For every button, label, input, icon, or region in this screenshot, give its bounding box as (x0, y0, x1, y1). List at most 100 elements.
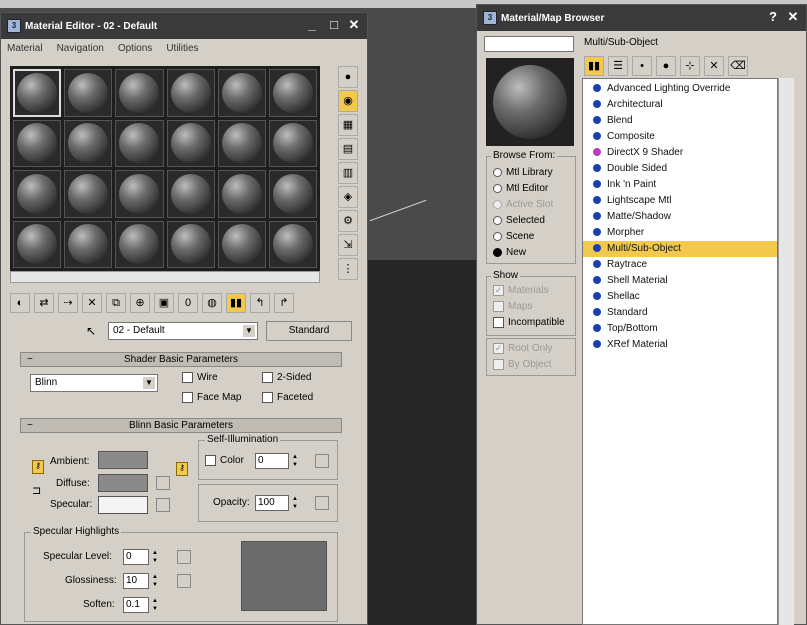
go-forward-to-sibling-icon[interactable]: ↱ (274, 293, 294, 313)
shader-rollout-header[interactable]: − Shader Basic Parameters (20, 352, 342, 367)
sample-slot[interactable] (13, 220, 62, 268)
list-item[interactable]: Composite (583, 129, 777, 145)
list-item[interactable]: Top/Bottom (583, 321, 777, 337)
spinner-arrows-icon[interactable]: ▲ ▼ (291, 495, 299, 511)
close-icon[interactable]: ✕ (784, 9, 802, 25)
sample-slot[interactable] (268, 170, 317, 218)
sample-slot[interactable] (217, 170, 266, 218)
sample-slot[interactable] (166, 220, 215, 268)
face-map-checkbox-box[interactable] (182, 392, 193, 403)
view-small-icons-icon[interactable]: • (632, 56, 652, 76)
opacity-map-button[interactable] (315, 496, 329, 510)
list-item[interactable]: Standard (583, 305, 777, 321)
pick-material-icon[interactable]: ↖ (86, 324, 96, 338)
material-list-scrollbar[interactable] (778, 78, 794, 625)
material-editor-titlebar[interactable]: 3 Material Editor - 02 - Default _ □ ✕ (1, 13, 367, 39)
sample-slot[interactable] (217, 69, 266, 117)
faceted-checkbox[interactable]: Faceted (262, 392, 313, 403)
menu-material[interactable]: Material (7, 43, 43, 54)
show-incompatible-checkbox[interactable]: Incompatible (493, 317, 565, 328)
list-item[interactable]: Architectural (583, 97, 777, 113)
wire-checkbox-box[interactable] (182, 372, 193, 383)
browser-search-input[interactable] (484, 36, 574, 52)
menu-navigation[interactable]: Navigation (57, 43, 104, 54)
radio-button[interactable] (493, 183, 502, 193)
sample-slot[interactable] (64, 170, 113, 218)
browser-titlebar[interactable]: 3 Material/Map Browser ? ✕ (477, 5, 806, 31)
get-material-icon[interactable]: ◐ (10, 293, 30, 313)
sample-slot[interactable] (268, 119, 317, 167)
radio-button[interactable] (493, 231, 502, 241)
view-large-icons-icon[interactable]: ● (656, 56, 676, 76)
list-item-selected[interactable]: Multi/Sub-Object (583, 241, 777, 257)
list-item[interactable]: Matte/Shadow (583, 209, 777, 225)
list-item[interactable]: XRef Material (583, 337, 777, 353)
lock-specular-icon[interactable]: ⊐ (32, 484, 41, 497)
backlight-icon[interactable]: ◉ (338, 90, 358, 112)
shader-type-dropdown[interactable]: Blinn ▼ (30, 374, 158, 392)
self-illum-color-checkbox[interactable]: Color (205, 455, 244, 466)
wire-checkbox[interactable]: Wire (182, 372, 218, 383)
options-icon[interactable]: ⚙ (338, 210, 358, 232)
material-name-field[interactable]: 02 - Default ▼ (108, 322, 258, 340)
radio-selected[interactable]: Selected (493, 215, 545, 226)
radio-button[interactable] (493, 167, 502, 177)
specular-color-swatch[interactable] (98, 496, 148, 514)
put-to-scene-icon[interactable]: ⇄ (34, 293, 54, 313)
specular-map-button[interactable] (156, 498, 170, 512)
uv-tiling-icon[interactable]: ▤ (338, 138, 358, 160)
spinner-arrows-icon[interactable]: ▲ ▼ (151, 573, 159, 589)
sample-slot[interactable] (13, 119, 62, 167)
material-effects-channel-icon[interactable]: 0 (178, 293, 198, 313)
diffuse-color-swatch[interactable] (98, 474, 148, 492)
radio-mtl-editor[interactable]: Mtl Editor (493, 183, 548, 194)
sample-slot[interactable] (166, 119, 215, 167)
sample-slot[interactable] (115, 119, 164, 167)
minimize-icon[interactable]: _ (303, 17, 321, 33)
opacity-input[interactable]: 100 (255, 495, 289, 511)
faceted-checkbox-box[interactable] (262, 392, 273, 403)
sample-slot[interactable] (13, 69, 62, 117)
material-type-button[interactable]: Standard (266, 321, 352, 341)
radio-button[interactable] (493, 215, 502, 225)
two-sided-checkbox[interactable]: 2-Sided (262, 372, 311, 383)
blinn-rollout-header[interactable]: − Blinn Basic Parameters (20, 418, 342, 433)
update-scene-materials-icon[interactable]: ⊹ (680, 56, 700, 76)
make-preview-icon[interactable]: ◈ (338, 186, 358, 208)
sample-slot[interactable] (115, 220, 164, 268)
chevron-down-icon[interactable]: ▼ (143, 377, 155, 389)
glossiness-input[interactable]: 10 (123, 573, 149, 589)
menu-options[interactable]: Options (118, 43, 152, 54)
show-map-in-viewport-icon[interactable]: ◍ (202, 293, 222, 313)
put-to-library-icon[interactable]: ▣ (154, 293, 174, 313)
sample-slot[interactable] (13, 170, 62, 218)
sample-slot[interactable] (64, 119, 113, 167)
delete-from-library-icon[interactable]: ✕ (704, 56, 724, 76)
checkbox-box[interactable] (493, 317, 504, 328)
reset-map-icon[interactable]: ✕ (82, 293, 102, 313)
lock-diffuse-map-icon[interactable]: ⚷ (176, 462, 188, 476)
close-icon[interactable]: ✕ (345, 17, 363, 33)
list-item[interactable]: Shell Material (583, 273, 777, 289)
slots-horizontal-scrollbar[interactable] (10, 271, 320, 283)
sample-type-icon[interactable]: ● (338, 66, 358, 88)
menu-utilities[interactable]: Utilities (166, 43, 198, 54)
material-navigator-icon[interactable]: ⋮ (338, 258, 358, 280)
chevron-down-icon[interactable]: ▼ (243, 325, 255, 337)
sample-slot[interactable] (166, 69, 215, 117)
self-illum-value-input[interactable]: 0 (255, 453, 289, 469)
spinner-arrows-icon[interactable]: ▲ ▼ (151, 549, 159, 565)
glossiness-map-button[interactable] (177, 574, 191, 588)
sample-slot[interactable] (166, 170, 215, 218)
clear-library-icon[interactable]: ⌫ (728, 56, 748, 76)
sample-slot[interactable] (268, 69, 317, 117)
radio-scene[interactable]: Scene (493, 231, 534, 242)
make-copy-icon[interactable]: ⧉ (106, 293, 126, 313)
list-item[interactable]: Ink 'n Paint (583, 177, 777, 193)
diffuse-map-button[interactable] (156, 476, 170, 490)
sample-slot[interactable] (217, 220, 266, 268)
two-sided-checkbox-box[interactable] (262, 372, 273, 383)
sample-slot[interactable] (115, 170, 164, 218)
help-icon[interactable]: ? (764, 9, 782, 25)
ambient-color-swatch[interactable] (98, 451, 148, 469)
